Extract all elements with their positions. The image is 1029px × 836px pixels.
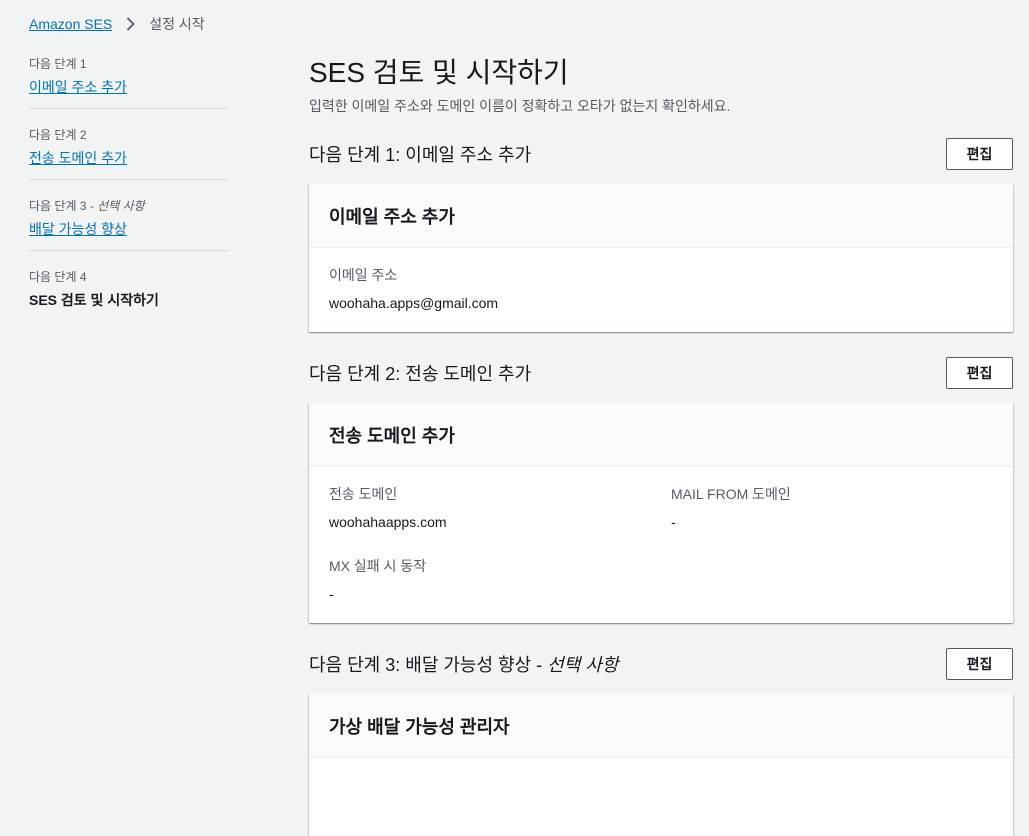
step-current-review: SES 검토 및 시작하기 (29, 292, 159, 308)
card-virtual-deliverability-manager: 가상 배달 가능성 관리자 (309, 694, 1013, 836)
card-title: 이메일 주소 추가 (309, 184, 1013, 248)
breadcrumb-link-amazon-ses[interactable]: Amazon SES (29, 16, 112, 32)
step-link-add-email[interactable]: 이메일 주소 추가 (29, 78, 229, 96)
step-link-add-domain[interactable]: 전송 도메인 추가 (29, 149, 229, 167)
section-title: 다음 단계 1: 이메일 주소 추가 (309, 145, 532, 165)
edit-button-step-2[interactable]: 편집 (946, 357, 1013, 389)
card-title: 가상 배달 가능성 관리자 (309, 694, 1013, 758)
step-label: 다음 단계 1 (29, 57, 87, 71)
edit-button-step-3[interactable]: 편집 (946, 648, 1013, 680)
field-value: - (329, 586, 334, 602)
step-1: 다음 단계 1 이메일 주소 추가 (29, 50, 229, 109)
card-body: 이메일 주소 woohaha.apps@gmail.com (309, 248, 1013, 332)
field-label: MX 실패 시 동작 (329, 558, 427, 574)
breadcrumb-current: 설정 시작 (149, 16, 205, 32)
card-body (309, 758, 1013, 836)
field-value: woohaha.apps@gmail.com (329, 295, 499, 311)
main-content: SES 검토 및 시작하기 입력한 이메일 주소와 도메인 이름이 정확하고 오… (309, 56, 1013, 836)
card-add-email: 이메일 주소 추가 이메일 주소 woohaha.apps@gmail.com (309, 184, 1013, 332)
section-header: 다음 단계 3: 배달 가능성 향상 - 선택 사항 편집 (309, 648, 1013, 680)
field-label: MAIL FROM 도메인 (671, 486, 791, 502)
breadcrumb: Amazon SES 설정 시작 (29, 14, 205, 34)
section-header: 다음 단계 1: 이메일 주소 추가 편집 (309, 138, 1013, 170)
field-sending-domain: 전송 도메인 woohahaapps.com (329, 485, 671, 531)
chevron-right-icon (126, 17, 136, 31)
field-value: - (671, 514, 676, 530)
optional-tag: 선택 사항 (547, 655, 619, 675)
section-title: 다음 단계 3: 배달 가능성 향상 - 선택 사항 (309, 655, 619, 675)
step-3: 다음 단계 3 - 선택 사항 배달 가능성 향상 (29, 192, 229, 251)
card-add-domain: 전송 도메인 추가 전송 도메인 woohahaapps.com MAIL FR… (309, 403, 1013, 623)
field-mail-from-domain: MAIL FROM 도메인 - (671, 485, 993, 531)
field-value: woohahaapps.com (329, 514, 447, 530)
field-label: 전송 도메인 (329, 486, 398, 502)
field-mx-failure: MX 실패 시 동작 - (329, 557, 671, 603)
section-step-1: 다음 단계 1: 이메일 주소 추가 편집 이메일 주소 추가 이메일 주소 w… (309, 138, 1013, 332)
step-label: 다음 단계 3 - 선택 사항 (29, 199, 145, 213)
optional-tag: 선택 사항 (97, 199, 145, 213)
page-description: 입력한 이메일 주소와 도메인 이름이 정확하고 오타가 없는지 확인하세요. (309, 98, 731, 114)
card-body: 전송 도메인 woohahaapps.com MAIL FROM 도메인 - M… (309, 467, 1013, 623)
step-label: 다음 단계 2 (29, 128, 87, 142)
page-title: SES 검토 및 시작하기 (309, 57, 569, 88)
field-label: 이메일 주소 (329, 267, 398, 283)
section-header: 다음 단계 2: 전송 도메인 추가 편집 (309, 357, 1013, 389)
step-4: 다음 단계 4 SES 검토 및 시작하기 (29, 263, 229, 321)
wizard-steps: 다음 단계 1 이메일 주소 추가 다음 단계 2 전송 도메인 추가 다음 단… (29, 50, 229, 333)
section-title: 다음 단계 2: 전송 도메인 추가 (309, 364, 532, 384)
step-link-deliverability[interactable]: 배달 가능성 향상 (29, 220, 229, 238)
field-grid: 전송 도메인 woohahaapps.com MAIL FROM 도메인 - M… (329, 485, 993, 603)
section-step-3: 다음 단계 3: 배달 가능성 향상 - 선택 사항 편집 가상 배달 가능성 … (309, 648, 1013, 836)
section-step-2: 다음 단계 2: 전송 도메인 추가 편집 전송 도메인 추가 전송 도메인 w… (309, 357, 1013, 623)
edit-button-step-1[interactable]: 편집 (946, 138, 1013, 170)
step-label: 다음 단계 4 (29, 270, 87, 284)
card-title: 전송 도메인 추가 (309, 403, 1013, 467)
step-2: 다음 단계 2 전송 도메인 추가 (29, 121, 229, 180)
